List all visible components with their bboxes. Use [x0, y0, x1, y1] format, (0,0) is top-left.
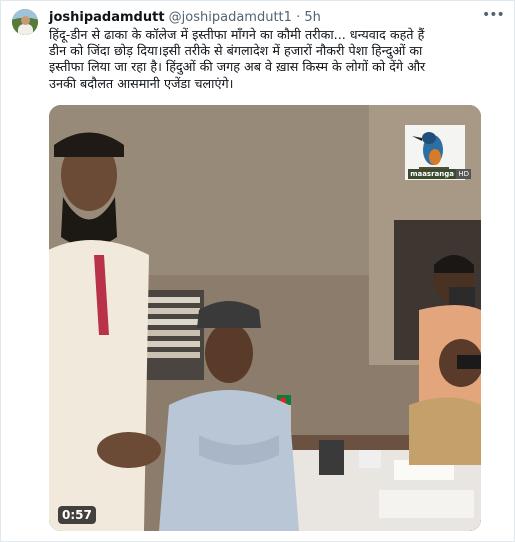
avatar[interactable] — [12, 9, 38, 35]
display-name[interactable]: joshipadamdutt — [49, 10, 165, 25]
tweet-text: हिंदू-डीन से ढाका के कॉलेज में इस्तीफा म… — [49, 27, 426, 91]
tweet-card[interactable]: joshipadamdutt @joshipadamdutt1 · 5h •••… — [0, 0, 515, 542]
video-player[interactable]: maasranga HD 0:57 — [49, 105, 481, 531]
timestamp[interactable]: 5h — [304, 10, 321, 25]
more-horizontal-icon[interactable]: ••• — [482, 8, 505, 24]
watermark-label: maasranga — [408, 169, 456, 179]
separator-dot: · — [296, 10, 301, 25]
tweet-header: joshipadamdutt @joshipadamdutt1 · 5h — [49, 9, 321, 27]
user-handle[interactable]: @joshipadamdutt1 — [169, 10, 292, 25]
video-duration-badge: 0:57 — [58, 506, 96, 524]
watermark-hd-badge: HD — [456, 169, 471, 179]
